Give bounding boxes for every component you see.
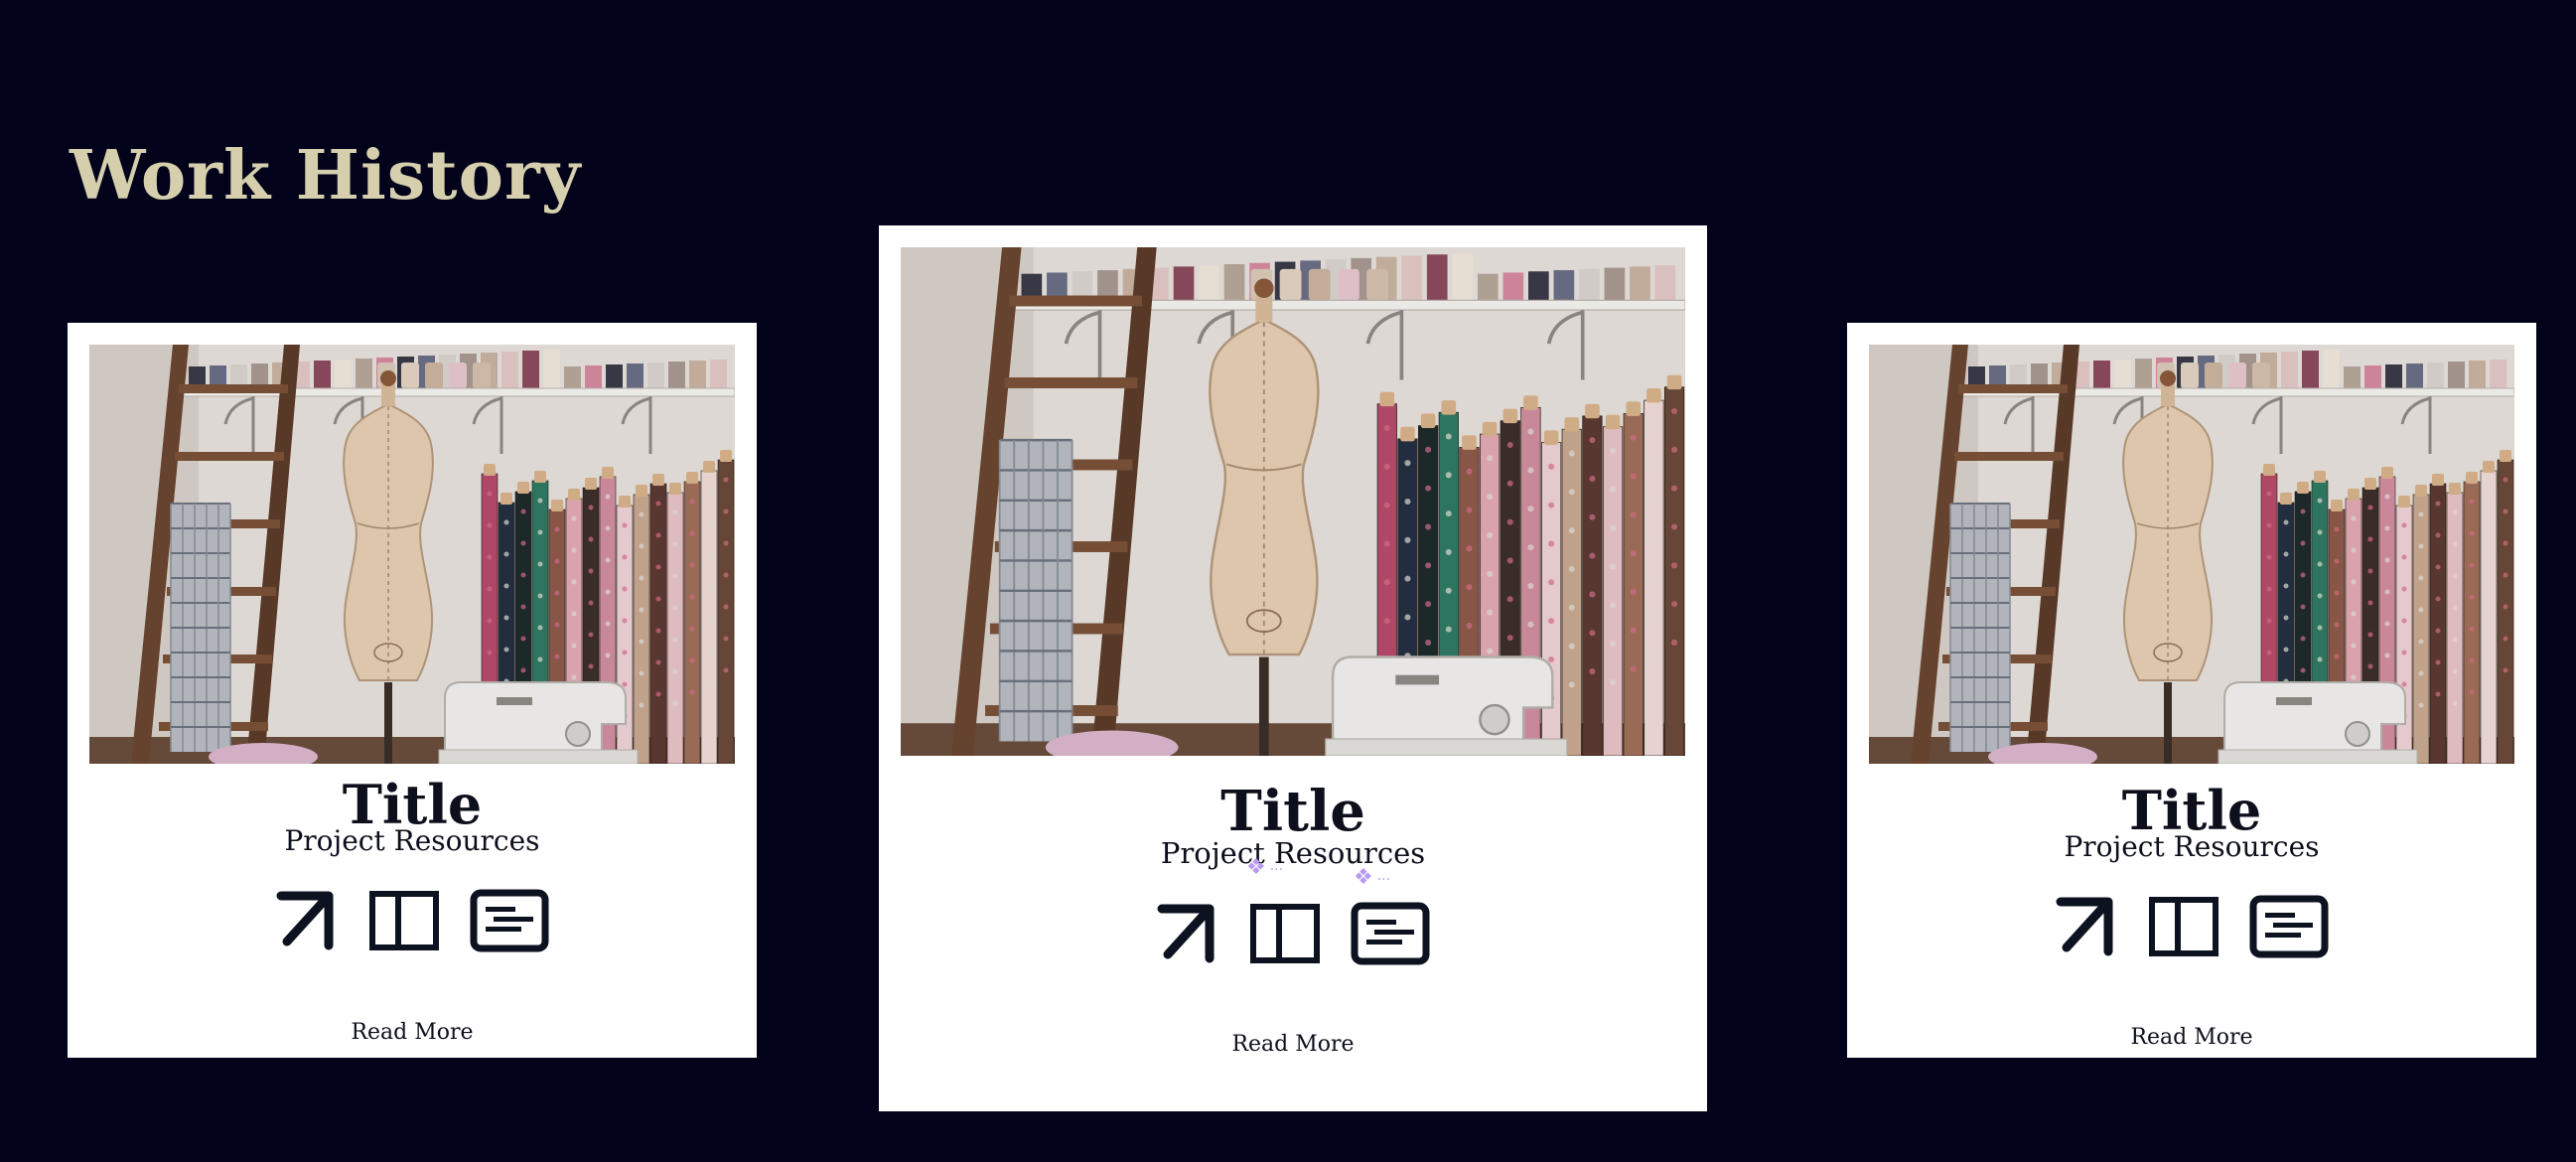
card-icon-row [879,889,1707,978]
book-open-icon[interactable] [1249,903,1321,964]
work-card-3[interactable]: Title Project Resources Read More [1847,323,2536,1058]
slides-icon[interactable] [1351,902,1430,965]
arrow-up-right-icon[interactable] [2055,894,2118,959]
read-more-link[interactable]: Read More [1847,1023,2536,1053]
work-history-page: Work History Title Project Resources Rea… [0,0,2576,1162]
book-open-icon[interactable] [2148,896,2219,957]
slides-icon[interactable] [470,889,549,952]
sparkle-glyph: ❖ [1354,865,1373,890]
card-icon-row [1847,887,2536,966]
book-open-icon[interactable] [368,890,440,951]
card-subtitle: Project Resources [2064,830,2320,863]
work-card-1[interactable]: Title Project Resources Read More [68,323,757,1058]
card-image[interactable] [1869,345,2514,764]
sparkle-icon: ❖ ··· [1246,855,1284,880]
arrow-up-right-icon[interactable] [1156,901,1219,966]
card-image[interactable] [901,247,1685,756]
slides-icon[interactable] [2249,895,2329,958]
card-subtitle: Project Resources [1160,836,1426,870]
card-subtitle: Project Resources [284,824,540,857]
card-icon-row [68,881,757,960]
work-card-2[interactable]: Title Project Resources ❖ ··· ❖ ··· Read… [879,225,1707,1111]
card-image[interactable] [89,345,735,764]
read-more-link[interactable]: Read More [879,1030,1707,1060]
arrow-up-right-icon[interactable] [275,888,339,953]
sparkle-glyph: ❖ [1246,855,1266,880]
sparkle-icon: ❖ ··· [1354,865,1391,890]
page-heading: Work History [70,136,582,216]
read-more-link[interactable]: Read More [68,1018,757,1048]
